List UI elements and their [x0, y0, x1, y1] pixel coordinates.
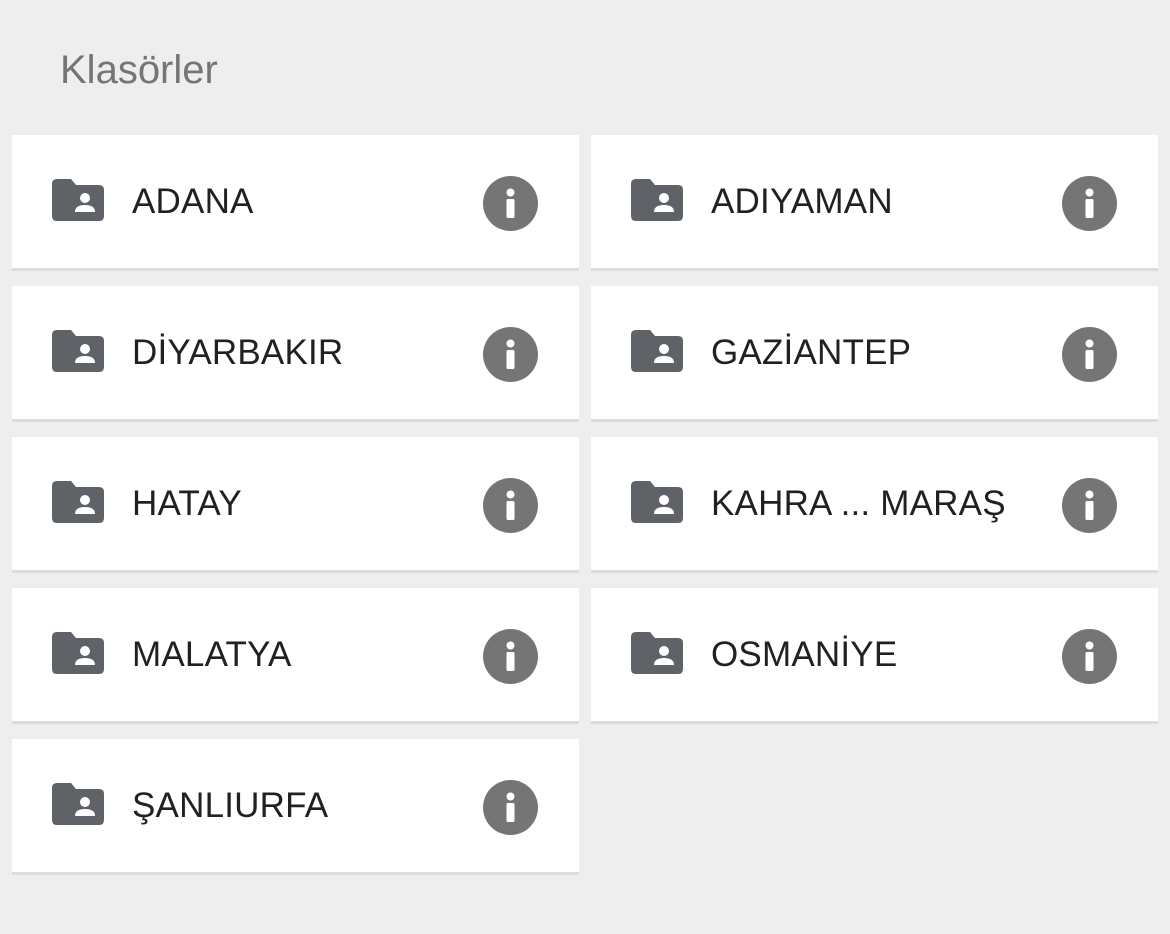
- folder-shared-icon: [631, 330, 683, 372]
- info-icon[interactable]: [483, 478, 538, 533]
- folder-name: OSMANİYE: [711, 635, 898, 674]
- folder-shared-icon: [631, 179, 683, 221]
- info-icon[interactable]: [483, 629, 538, 684]
- folder-shared-icon: [52, 632, 104, 674]
- folder-name: ADIYAMAN: [711, 182, 893, 221]
- info-icon[interactable]: [1062, 327, 1117, 382]
- folder-card[interactable]: ADANA: [12, 135, 579, 271]
- folder-card[interactable]: ADIYAMAN: [591, 135, 1158, 271]
- info-icon[interactable]: [483, 780, 538, 835]
- folder-card[interactable]: OSMANİYE: [591, 588, 1158, 724]
- folder-card[interactable]: KAHRA ... MARAŞ: [591, 437, 1158, 573]
- folder-name: HATAY: [132, 484, 242, 523]
- folder-card[interactable]: GAZİANTEP: [591, 286, 1158, 422]
- folder-name: ŞANLIURFA: [132, 786, 329, 825]
- folder-name: ADANA: [132, 182, 254, 221]
- folder-shared-icon: [631, 632, 683, 674]
- folder-name: DİYARBAKIR: [132, 333, 344, 372]
- folder-shared-icon: [631, 481, 683, 523]
- info-icon[interactable]: [1062, 629, 1117, 684]
- folder-shared-icon: [52, 330, 104, 372]
- folder-card[interactable]: ŞANLIURFA: [12, 739, 579, 875]
- info-icon[interactable]: [483, 327, 538, 382]
- folder-name: GAZİANTEP: [711, 333, 912, 372]
- folder-shared-icon: [52, 179, 104, 221]
- folder-name: MALATYA: [132, 635, 292, 674]
- folder-card[interactable]: MALATYA: [12, 588, 579, 724]
- folder-grid: ADANA ADIYAMAN DİYARBAKIR GAZİANTEP HATA…: [12, 135, 1158, 875]
- info-icon[interactable]: [483, 176, 538, 231]
- folder-card[interactable]: HATAY: [12, 437, 579, 573]
- info-icon[interactable]: [1062, 478, 1117, 533]
- folder-card[interactable]: DİYARBAKIR: [12, 286, 579, 422]
- info-icon[interactable]: [1062, 176, 1117, 231]
- page-title: Klasörler: [60, 48, 218, 92]
- folder-shared-icon: [52, 481, 104, 523]
- folder-name: KAHRA ... MARAŞ: [711, 484, 1006, 523]
- folder-shared-icon: [52, 783, 104, 825]
